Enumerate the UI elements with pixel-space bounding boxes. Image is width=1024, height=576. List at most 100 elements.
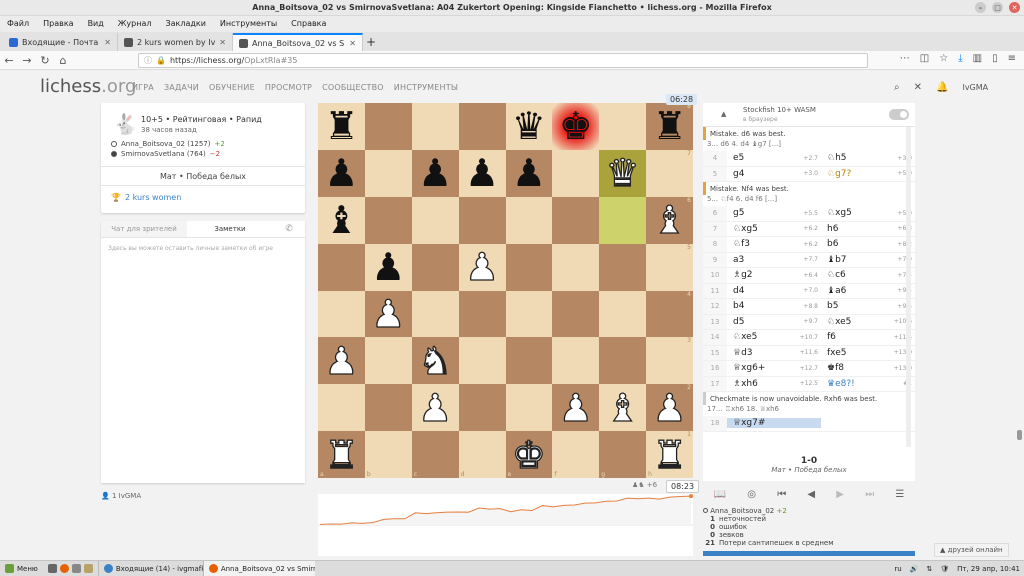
square-g3[interactable]: [599, 337, 647, 385]
move-black[interactable]: ♘xe5 +10.6: [821, 317, 915, 327]
square-a1[interactable]: ♜ a: [318, 431, 365, 478]
pocket-icon[interactable]: ◫: [920, 53, 929, 64]
summary-row[interactable]: 1 неточностей: [703, 515, 834, 523]
move-variation[interactable]: 5... ♘f4 6. d4 f6 [...]: [703, 195, 915, 206]
move-white[interactable]: d4 +7.0: [727, 286, 821, 296]
square-c5[interactable]: [411, 243, 459, 291]
move-white[interactable]: ♕d3 +11.6: [727, 348, 821, 358]
move-white[interactable]: d5 +9.7: [727, 317, 821, 327]
move-list-scrollbar[interactable]: [906, 127, 911, 447]
maximize-icon[interactable]: □: [992, 2, 1003, 13]
clock[interactable]: Пт, 29 апр, 10:41: [957, 565, 1020, 573]
black-pawn-icon[interactable]: ♟: [465, 154, 499, 192]
info-icon[interactable]: ⓘ: [144, 55, 152, 66]
square-f4[interactable]: [552, 290, 600, 338]
nav-community[interactable]: СООБЩЕСТВО: [322, 83, 384, 92]
square-e1[interactable]: ♚ e: [505, 431, 553, 478]
black-pawn-icon[interactable]: ♟: [371, 248, 405, 286]
firefox-icon[interactable]: [59, 564, 69, 573]
menu-bookmarks[interactable]: Закладки: [165, 16, 205, 32]
move-black[interactable]: b5 +9.5: [821, 301, 915, 311]
move-white[interactable]: ♘xg5 +6.2: [727, 224, 821, 234]
move-black[interactable]: ♛e8?!#1: [821, 379, 915, 389]
tab-notes[interactable]: Заметки: [187, 221, 273, 237]
move-white[interactable]: g4 +3.0: [727, 169, 821, 179]
move-variation[interactable]: 3... d6 4. d4 ♝g7 [...]: [703, 140, 915, 151]
taskbar-window-game[interactable]: Anna_Boitsova_02 vs Smirn...: [202, 560, 315, 576]
back-icon[interactable]: ←: [0, 54, 18, 67]
square-g6[interactable]: [599, 196, 647, 244]
black-pawn-icon[interactable]: ♟: [418, 154, 452, 192]
white-pawn-icon[interactable]: ♟: [371, 294, 406, 333]
scroll-thumb[interactable]: [1017, 430, 1022, 440]
square-e6[interactable]: [505, 196, 553, 244]
square-e7[interactable]: ♟: [505, 149, 553, 197]
volume-icon[interactable]: 🔊: [910, 565, 919, 573]
request-analysis-bar[interactable]: [703, 551, 915, 556]
square-h1[interactable]: ♜ 1 h: [646, 431, 693, 478]
square-c1[interactable]: c: [411, 431, 459, 478]
chess-board[interactable]: ♜ ♛ ♚ ♜ 8 ♟ ♟ ♟ ♟ ♛ 7 ♝ ♝ 6 ♟ ♟ 5 ♟ 4 ♟ ♞ 3 ♟ ♟ ♝ ♟ 2 ♜ a b c d ♚ e f g ♜ 1 h: [318, 103, 693, 478]
tab-spectator-chat[interactable]: Чат для зрителей: [101, 221, 187, 237]
square-e3[interactable]: [505, 337, 553, 385]
black-rook-icon[interactable]: ♜: [653, 107, 687, 145]
engine-toggle[interactable]: [889, 109, 909, 120]
square-f8[interactable]: ♚: [552, 103, 600, 150]
square-a3[interactable]: ♟: [318, 337, 365, 385]
notes-textarea[interactable]: Здесь вы можете оставить личные заметки …: [108, 245, 273, 252]
network-icon[interactable]: ⇅: [926, 565, 932, 573]
nav-puzzles[interactable]: ЗАДАЧИ: [164, 83, 199, 92]
advantage-chart[interactable]: [318, 494, 693, 556]
square-f1[interactable]: f: [552, 431, 600, 478]
black-king-icon[interactable]: ♚: [559, 107, 593, 145]
friends-online-button[interactable]: ▲ друзей онлайн: [934, 543, 1009, 557]
square-b7[interactable]: [364, 149, 412, 197]
square-e4[interactable]: [505, 290, 553, 338]
move-white[interactable]: b4 +8.8: [727, 301, 821, 311]
black-rook-icon[interactable]: ♜: [324, 107, 358, 145]
square-g4[interactable]: [599, 290, 647, 338]
nav-learn[interactable]: ОБУЧЕНИЕ: [209, 83, 255, 92]
forward-icon[interactable]: →: [18, 54, 36, 67]
url-bar[interactable]: ⓘ 🔒 https://lichess.org/OpLxtRla#35: [138, 53, 868, 68]
square-b1[interactable]: b: [364, 431, 412, 478]
summary-row[interactable]: 0 зевков: [703, 531, 834, 539]
phone-icon[interactable]: ✆: [273, 221, 305, 237]
square-e2[interactable]: [505, 384, 553, 432]
square-c2[interactable]: ♟: [411, 384, 459, 432]
white-rook-icon[interactable]: ♜: [324, 435, 359, 474]
white-bishop-icon[interactable]: ♝: [605, 388, 640, 427]
move-black[interactable]: ♘g7? +5.9: [821, 169, 915, 179]
square-h8[interactable]: ♜ 8: [646, 103, 693, 150]
white-pawn-icon[interactable]: ♟: [652, 388, 687, 427]
square-b4[interactable]: ♟: [364, 290, 412, 338]
lock-icon[interactable]: 🔒: [156, 56, 166, 65]
square-g5[interactable]: [599, 243, 647, 291]
square-a2[interactable]: [318, 384, 365, 432]
browser-tab-game[interactable]: Anna_Boitsova_02 vs Smirnov ✕: [233, 33, 363, 51]
white-king-icon[interactable]: ♚: [511, 435, 546, 474]
close-window-icon[interactable]: ✕: [1009, 2, 1020, 13]
square-g8[interactable]: [599, 103, 647, 150]
move-black[interactable]: h6 +6.3: [821, 224, 915, 234]
tournament-link[interactable]: 🏆 2 kurs women: [111, 193, 181, 202]
library-icon[interactable]: ▥: [973, 53, 982, 64]
page-actions-icon[interactable]: ⋯: [900, 53, 910, 64]
move-black[interactable]: f6 +11.5: [821, 332, 915, 342]
browser-tab-mail[interactable]: Входящие - Почта Mail.ru ✕: [3, 33, 118, 51]
square-c8[interactable]: [411, 103, 459, 150]
desktop-icon[interactable]: [47, 564, 57, 573]
menu-edit[interactable]: Правка: [43, 16, 73, 32]
square-g7[interactable]: ♛: [599, 149, 647, 197]
white-queen-icon[interactable]: ♛: [605, 154, 640, 193]
engine-expand-icon[interactable]: ▲: [721, 110, 726, 118]
square-d6[interactable]: [458, 196, 506, 244]
square-b2[interactable]: [364, 384, 412, 432]
close-tab-icon[interactable]: ✕: [219, 38, 226, 47]
square-a5[interactable]: [318, 243, 365, 291]
square-h2[interactable]: ♟ 2: [646, 384, 693, 432]
square-c6[interactable]: [411, 196, 459, 244]
updates-icon[interactable]: 🛡: [940, 565, 949, 573]
move-white[interactable]: ♕xg7#: [727, 418, 821, 429]
terminal-icon[interactable]: [71, 564, 81, 573]
